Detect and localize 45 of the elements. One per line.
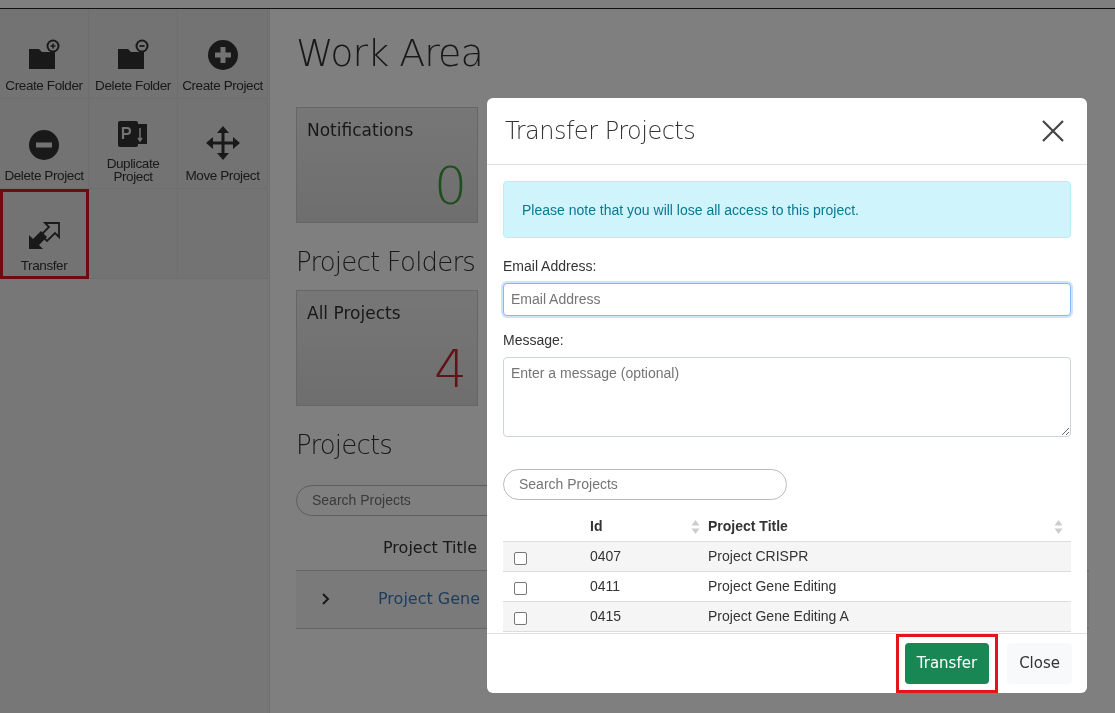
project-link[interactable]: Project Gene: [378, 587, 481, 612]
table-cell: Project Gene Editing: [708, 571, 1071, 602]
close-button[interactable]: Close: [1007, 643, 1072, 684]
folder-minus-icon: [116, 39, 150, 71]
table-cell: Project CRISPR: [708, 541, 1071, 572]
toolbar-button[interactable]: Create Project: [178, 9, 268, 99]
count-value: 4: [433, 342, 467, 395]
field-label: Email Address:: [503, 257, 598, 276]
toolbar-button[interactable]: Delete Folder: [89, 9, 178, 99]
transfer-button[interactable]: Transfer: [904, 643, 990, 684]
minus-circle-icon: [28, 129, 60, 161]
document-icon: [117, 119, 149, 149]
card-title: Notifications: [307, 118, 415, 142]
move-arrows-icon: [204, 125, 241, 161]
diagonal-arrows-icon: [27, 221, 61, 251]
search-field[interactable]: Search Projects: [503, 469, 787, 500]
row-checkbox[interactable]: [514, 552, 527, 565]
table-cell: Project Gene Editing A: [708, 601, 1071, 632]
message-field[interactable]: Enter a message (optional): [503, 357, 1071, 437]
row-checkbox[interactable]: [514, 612, 527, 625]
column-header: Project Title: [708, 518, 788, 534]
toolbar-button[interactable]: Duplicate Project: [89, 99, 178, 189]
column-header: Id: [590, 518, 603, 534]
email-field[interactable]: Email Address: [503, 283, 1071, 316]
info-alert: Please note that you will lose all access to this project.: [503, 181, 1071, 238]
folder-plus-icon: [27, 39, 61, 71]
close-icon[interactable]: [1041, 119, 1065, 143]
section-heading: Projects: [296, 429, 393, 461]
row-checkbox[interactable]: [514, 582, 527, 595]
toolbar-button[interactable]: Transfer: [0, 189, 89, 279]
field-label: Message:: [503, 331, 565, 350]
chevron-icon[interactable]: [322, 593, 330, 606]
plus-circle-icon: [206, 39, 239, 71]
dialog-title: Transfer Projects: [505, 116, 696, 146]
card-title: All Projects: [307, 301, 402, 325]
page-title: Work Area: [296, 31, 484, 77]
toolbar-button[interactable]: Move Project: [178, 99, 268, 189]
toolbar-button[interactable]: Create Folder: [0, 9, 89, 99]
table-cell: 0411: [590, 571, 708, 602]
table-cell: 0407: [590, 541, 708, 572]
table-cell: 0415: [590, 601, 708, 632]
column-header: Project Title: [383, 537, 478, 557]
section-heading: Project Folders: [296, 246, 476, 278]
toolbar-button[interactable]: Delete Project: [0, 99, 89, 189]
count-value: 0: [433, 159, 467, 212]
